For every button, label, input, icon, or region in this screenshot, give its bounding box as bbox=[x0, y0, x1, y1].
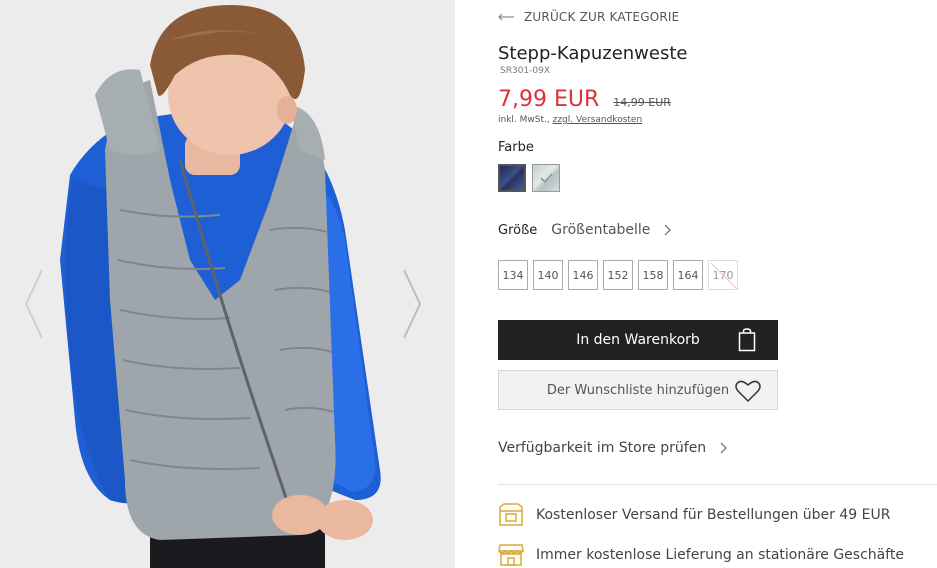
check-store-availability-link[interactable]: Verfügbarkeit im Store prüfen bbox=[498, 440, 728, 456]
size-option-label: 164 bbox=[677, 268, 699, 282]
size-option-152[interactable]: 152 bbox=[603, 260, 633, 290]
wishlist-label: Der Wunschliste hinzufügen bbox=[546, 382, 730, 398]
add-to-wishlist-button[interactable]: Der Wunschliste hinzufügen bbox=[498, 370, 778, 410]
checkmark-icon bbox=[540, 173, 553, 184]
free-shipping-info: Kostenloser Versand für Bestellungen übe… bbox=[498, 503, 890, 527]
size-options: 134 140 146 152 158 164 170 bbox=[498, 260, 743, 290]
color-swatches bbox=[498, 164, 566, 192]
size-option-label: 146 bbox=[572, 268, 594, 282]
size-option-140[interactable]: 140 bbox=[533, 260, 563, 290]
store-delivery-text: Immer kostenlose Lieferung an stationäre… bbox=[536, 547, 905, 563]
size-option-170-unavailable: 170 bbox=[708, 260, 738, 290]
size-row: Größe Größentabelle bbox=[498, 222, 672, 238]
current-price: 7,99 EUR bbox=[498, 87, 600, 112]
chevron-right-icon[interactable] bbox=[664, 224, 672, 236]
size-option-146[interactable]: 146 bbox=[568, 260, 598, 290]
size-option-158[interactable]: 158 bbox=[638, 260, 668, 290]
product-photo bbox=[0, 0, 455, 568]
store-icon bbox=[498, 544, 524, 566]
shipping-costs-link[interactable]: zzgl. Versandkosten bbox=[553, 115, 643, 125]
tax-note-text: inkl. MwSt., bbox=[498, 115, 550, 125]
size-option-label: 158 bbox=[642, 268, 664, 282]
add-to-cart-label: In den Warenkorb bbox=[576, 332, 700, 348]
store-delivery-info: Immer kostenlose Lieferung an stationäre… bbox=[498, 543, 904, 567]
shopping-bag-icon bbox=[738, 328, 756, 352]
size-option-label: 152 bbox=[607, 268, 629, 282]
chevron-right-icon bbox=[720, 442, 728, 454]
free-shipping-text: Kostenloser Versand für Bestellungen übe… bbox=[536, 507, 891, 523]
color-swatch-navy[interactable] bbox=[498, 164, 526, 192]
color-swatch-grey[interactable] bbox=[532, 164, 560, 192]
back-to-category-link[interactable]: ZURÜCK ZUR KATEGORIE bbox=[498, 8, 679, 26]
color-label: Farbe bbox=[498, 140, 534, 155]
old-price: 14,99 EUR bbox=[613, 96, 671, 109]
chevron-left-icon bbox=[24, 269, 43, 339]
unavailable-strike-icon bbox=[710, 262, 738, 290]
gallery-next-button[interactable] bbox=[400, 268, 424, 340]
size-option-134[interactable]: 134 bbox=[498, 260, 528, 290]
product-image-gallery bbox=[0, 0, 455, 568]
arrow-left-icon bbox=[498, 13, 514, 21]
back-link-label: ZURÜCK ZUR KATEGORIE bbox=[524, 10, 680, 24]
store-availability-label: Verfügbarkeit im Store prüfen bbox=[498, 440, 707, 456]
size-option-label: 134 bbox=[502, 268, 524, 282]
divider bbox=[498, 484, 937, 485]
gallery-prev-button[interactable] bbox=[22, 268, 46, 340]
size-table-link[interactable]: Größentabelle bbox=[551, 222, 650, 238]
add-to-cart-button[interactable]: In den Warenkorb bbox=[498, 320, 778, 360]
product-details: ZURÜCK ZUR KATEGORIE Stepp-Kapuzenweste … bbox=[498, 0, 937, 568]
size-option-164[interactable]: 164 bbox=[673, 260, 703, 290]
product-sku: SR301-09X bbox=[500, 66, 551, 76]
product-title: Stepp-Kapuzenweste bbox=[498, 43, 688, 64]
heart-icon bbox=[735, 380, 761, 403]
size-option-label: 140 bbox=[537, 268, 559, 282]
tax-note: inkl. MwSt., zzgl. Versandkosten bbox=[498, 115, 642, 125]
chevron-right-icon bbox=[403, 269, 422, 339]
size-label: Größe bbox=[498, 222, 538, 238]
price-row: 7,99 EUR 14,99 EUR bbox=[498, 87, 671, 112]
delivery-box-icon bbox=[499, 503, 523, 526]
